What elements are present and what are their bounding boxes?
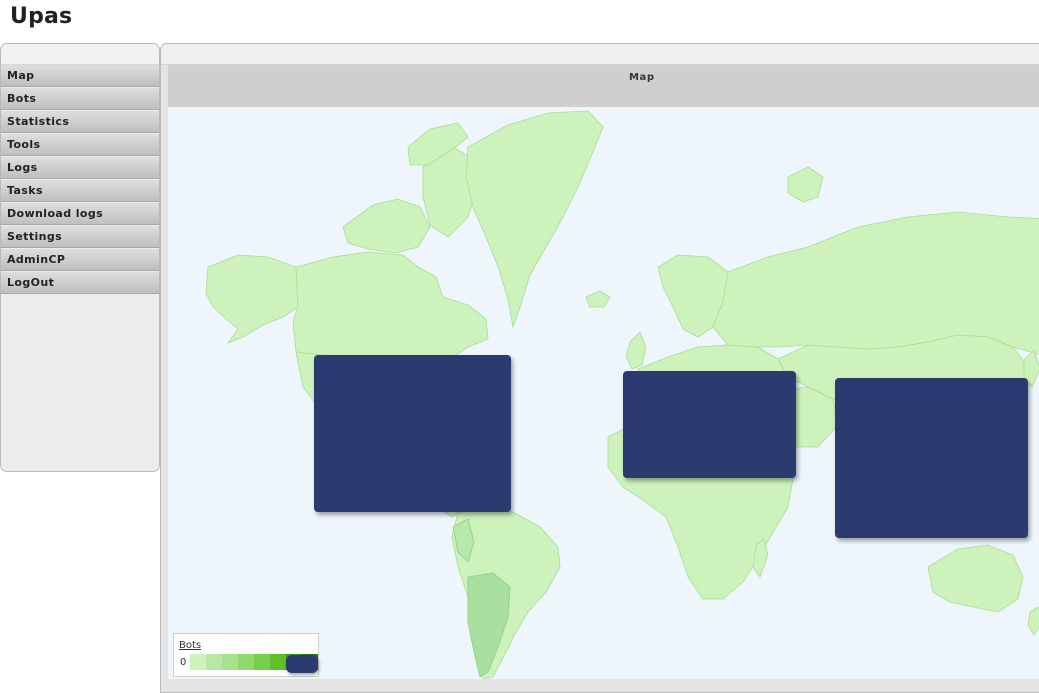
region-greenland[interactable] [465, 110, 604, 329]
region-russia[interactable] [712, 211, 1039, 357]
legend-swatch [270, 654, 286, 670]
redaction-block [314, 355, 511, 512]
region-siberia-islands[interactable] [787, 166, 824, 203]
legend-title: Bots [179, 640, 202, 651]
legend-swatch [238, 654, 254, 670]
sidebar-nav: Map Bots Statistics Tools Logs Tasks Dow… [0, 43, 160, 472]
sidebar-item-logs[interactable]: Logs [1, 157, 159, 179]
legend-swatch [206, 654, 222, 670]
sidebar-item-download-logs[interactable]: Download logs [1, 203, 159, 225]
sidebar-item-admincp[interactable]: AdminCP [1, 249, 159, 271]
region-australia[interactable] [927, 544, 1024, 613]
sidebar-item-bots[interactable]: Bots [1, 88, 159, 110]
legend-swatch [222, 654, 238, 670]
region-arctic-islands[interactable] [342, 198, 431, 254]
world-map[interactable]: Bots 0 [168, 107, 1039, 679]
sidebar-header [1, 44, 159, 65]
map-title: Map [629, 72, 655, 83]
main-panel: Map Bots 0 [160, 43, 1039, 693]
legend-swatch [190, 654, 206, 670]
redaction-block [623, 371, 796, 478]
sidebar-item-logout[interactable]: LogOut [1, 272, 159, 294]
sidebar-item-settings[interactable]: Settings [1, 226, 159, 248]
region-new-zealand[interactable] [1027, 606, 1039, 636]
sidebar-item-map[interactable]: Map [1, 65, 159, 87]
map-header: Map [168, 65, 1039, 107]
sidebar-item-tools[interactable]: Tools [1, 134, 159, 156]
main-panel-header [161, 44, 1039, 65]
sidebar-item-statistics[interactable]: Statistics [1, 111, 159, 133]
legend-swatch [254, 654, 270, 670]
legend-min-label: 0 [180, 657, 187, 668]
region-uk[interactable] [625, 331, 647, 370]
redaction-block [835, 378, 1028, 538]
region-argentina[interactable] [467, 572, 511, 678]
map-legend: Bots 0 [173, 633, 319, 677]
region-canada[interactable] [292, 251, 489, 358]
sidebar-item-tasks[interactable]: Tasks [1, 180, 159, 202]
region-iceland[interactable] [585, 290, 611, 308]
app-title: Upas [10, 4, 73, 29]
region-alaska[interactable] [205, 254, 299, 344]
redaction-block [286, 655, 318, 673]
